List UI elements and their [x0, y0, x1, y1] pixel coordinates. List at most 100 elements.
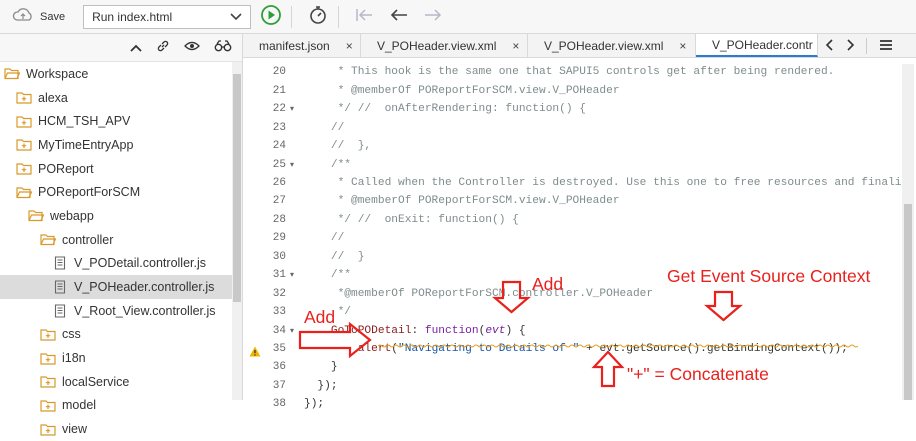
annotation-add-left: Add — [304, 307, 336, 327]
tree-folder-item[interactable]: view — [0, 417, 242, 441]
hamburger-menu-icon[interactable] — [879, 38, 893, 54]
tree-file-item[interactable]: V_Root_View.controller.js — [0, 299, 242, 323]
code-line[interactable]: 21 * @memberOf POReportForSCM.view.V_POH… — [243, 81, 903, 100]
code-editor: manifest.json × V_POHeader.view.xml × V_PO… — [243, 34, 916, 410]
tab-v-poheader-view-xml-2[interactable]: V_POHeader.view.xml × — [528, 34, 696, 57]
navigate-back-button[interactable] — [385, 3, 413, 31]
cloud-save-icon — [12, 8, 34, 25]
code-line[interactable]: 23 // — [243, 118, 903, 137]
stopwatch-icon — [308, 4, 328, 29]
tree-folder-item[interactable]: i18n — [0, 346, 242, 370]
tree-file-item[interactable]: V_PODetail.controller.js — [0, 252, 242, 276]
link-editor-icon[interactable] — [156, 39, 170, 56]
tree-item-label: HCM_TSH_APV — [38, 114, 131, 129]
code-line[interactable]: 32 *@memberOf POReportForSCM.controller.… — [243, 284, 903, 303]
tree-item-label: localService — [62, 374, 130, 389]
code-line[interactable]: 25 ▾ /** — [243, 155, 903, 174]
line-number: 25 — [243, 159, 290, 171]
folder-plus-icon — [40, 327, 56, 341]
code-line[interactable]: 38}); — [243, 395, 903, 414]
code-line[interactable]: 36 } — [243, 358, 903, 377]
fold-chevron-icon[interactable]: ▾ — [290, 160, 304, 170]
code-text: // — [304, 232, 345, 245]
code-line[interactable]: 27 * @memberOf POReportForSCM.view.V_POH… — [243, 192, 903, 211]
tree-folder-item[interactable]: MyTimeEntryApp — [0, 133, 242, 157]
line-number: 28 — [243, 214, 290, 226]
line-number: 26 — [243, 177, 290, 189]
run-configuration-select[interactable]: Run index.html — [83, 4, 252, 29]
code-line[interactable]: 20 * This hook is the same one that SAPU… — [243, 63, 903, 82]
tree-item-label: Workspace — [26, 66, 89, 81]
close-icon[interactable]: × — [346, 39, 353, 53]
tree-folder-item[interactable]: alexa — [0, 86, 242, 110]
collapse-all-icon[interactable] — [130, 41, 142, 55]
tree-folder-item[interactable]: HCM_TSH_APV — [0, 109, 242, 133]
line-number: 38 — [243, 398, 290, 410]
code-line[interactable]: 34 ▾ GoToPODetail: function(evt) { — [243, 321, 903, 340]
tab-label: V_POHeader.view.xml — [377, 38, 497, 53]
code-text: /** — [304, 158, 351, 171]
tree-folder-item[interactable]: controller — [0, 228, 242, 252]
binoculars-icon[interactable] — [214, 40, 232, 55]
line-number: 20 — [243, 66, 290, 78]
annotation-concatenate: "+" = Concatenate — [627, 364, 769, 384]
scrollbar-thumb[interactable] — [904, 204, 912, 400]
debug-timer-button[interactable] — [304, 3, 332, 31]
line-number: 34 — [243, 325, 290, 337]
tab-v-poheader-view-xml[interactable]: V_POHeader.view.xml × — [361, 34, 528, 57]
folder-plus-icon — [16, 138, 32, 152]
code-text: */ // onExit: function() { — [304, 213, 519, 226]
tree-folder-item[interactable]: POReport — [0, 157, 242, 181]
line-number-text: 22 — [272, 103, 286, 116]
folder-open-icon — [28, 209, 44, 223]
code-line[interactable]: 35 alert("Navigating to Details of " + e… — [243, 340, 903, 359]
line-number: 29 — [243, 232, 290, 244]
code-text: // }, — [304, 140, 372, 153]
tree-folder-item[interactable]: POReportForSCM — [0, 180, 242, 204]
workspace-scrollbar[interactable] — [232, 62, 242, 400]
warning-icon[interactable] — [249, 346, 261, 357]
tree-item-label: POReport — [38, 161, 94, 176]
code-line[interactable]: 24 // }, — [243, 137, 903, 156]
scrollbar-thumb[interactable] — [233, 74, 241, 302]
line-number: 36 — [243, 361, 290, 373]
code-line[interactable]: 22 ▾ */ // onAfterRendering: function() { — [243, 100, 903, 119]
fold-chevron-icon[interactable]: ▾ — [290, 104, 304, 114]
file-icon — [52, 280, 68, 294]
save-button[interactable]: Save — [0, 0, 73, 34]
close-icon[interactable]: × — [512, 39, 519, 53]
code-line[interactable]: 30 // } — [243, 248, 903, 267]
code-line[interactable]: 29 // — [243, 229, 903, 248]
jump-back-button[interactable] — [351, 3, 379, 31]
code-line[interactable]: 28 */ // onExit: function() { — [243, 211, 903, 230]
show-hidden-files-icon[interactable] — [184, 40, 200, 55]
folder-plus-icon — [40, 375, 56, 389]
code-line[interactable]: 33 */ — [243, 303, 903, 322]
workspace-pane: Workspace alexa HCM_TSH_APV MyTimeEntryApp P… — [0, 34, 243, 436]
line-number-text: 25 — [272, 158, 286, 171]
navigate-forward-button[interactable] — [419, 3, 447, 31]
tree-folder-item[interactable]: css — [0, 323, 242, 347]
code-line[interactable]: 37 }); — [243, 377, 903, 396]
close-icon[interactable]: × — [679, 39, 686, 53]
line-number-text: 35 — [272, 343, 286, 355]
run-button[interactable] — [257, 3, 285, 31]
line-number: 31 — [243, 269, 290, 281]
editor-scrollbar[interactable] — [902, 64, 914, 400]
tree-file-item[interactable]: V_POHeader.controller.js — [0, 275, 242, 299]
tree-folder-item[interactable]: model — [0, 394, 242, 418]
folder-plus-icon — [16, 162, 32, 176]
line-number-text: 38 — [272, 398, 286, 411]
chevron-right-icon[interactable] — [846, 38, 855, 54]
chevron-left-icon[interactable] — [825, 38, 834, 54]
tree-folder-item[interactable]: webapp — [0, 204, 242, 228]
fold-chevron-icon[interactable]: ▾ — [290, 326, 304, 336]
code-line[interactable]: 26 * Called when the Controller is destr… — [243, 174, 903, 193]
fold-chevron-icon[interactable]: ▾ — [290, 270, 304, 280]
code-text: * @memberOf POReportForSCM.view.V_POHead… — [304, 84, 620, 97]
tree-folder-item[interactable]: localService — [0, 370, 242, 394]
tab-manifest-json[interactable]: manifest.json × — [243, 34, 361, 57]
tab-v-poheader-controller[interactable]: V_POHeader.contr — [696, 34, 818, 57]
line-number-text: 26 — [272, 176, 286, 189]
tree-folder-item[interactable]: Workspace — [0, 62, 242, 86]
